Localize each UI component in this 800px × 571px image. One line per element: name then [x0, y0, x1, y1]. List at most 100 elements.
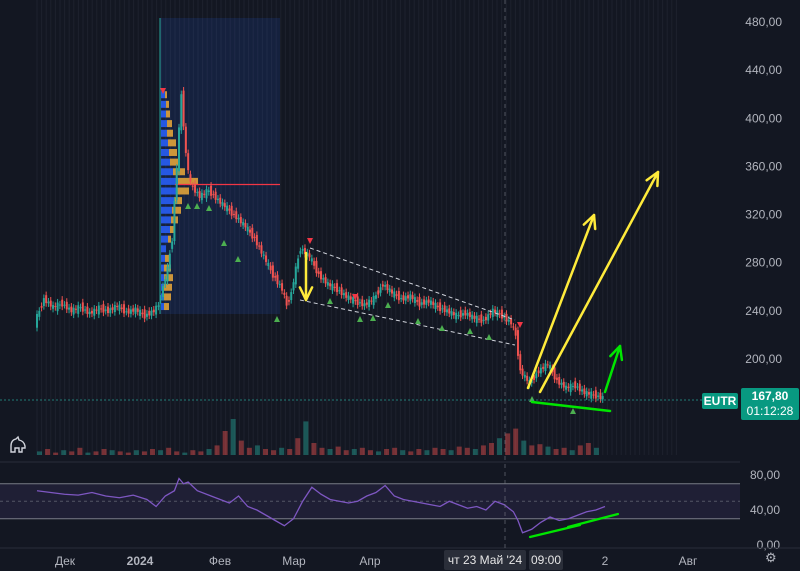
- vp-buy-bar: [161, 226, 170, 234]
- candle-body: [221, 202, 224, 206]
- buy-signal-marker: [415, 318, 421, 324]
- volume-bar: [569, 450, 575, 455]
- candle-body: [555, 377, 558, 380]
- tradingview-logo-icon[interactable]: [8, 434, 30, 454]
- volume-bar: [513, 428, 519, 455]
- vp-buy-bar: [161, 264, 164, 272]
- candle-body: [152, 309, 155, 313]
- candle-body: [68, 307, 71, 310]
- volume-bar: [593, 447, 599, 455]
- candle-body: [198, 191, 201, 198]
- candle-body: [159, 298, 162, 301]
- volume-bar: [303, 421, 309, 455]
- candle-body: [139, 309, 142, 316]
- candle-body: [331, 283, 334, 291]
- buy-signal-marker: [327, 298, 333, 304]
- candle-body: [175, 167, 178, 201]
- candle-body: [425, 300, 428, 305]
- volume-bar: [287, 449, 293, 455]
- candle-body: [116, 306, 119, 308]
- candle-body: [365, 302, 368, 305]
- gear-icon[interactable]: ⚙: [765, 551, 779, 565]
- candle-body: [478, 318, 481, 320]
- candle-body: [413, 297, 416, 304]
- candle-body: [38, 310, 41, 317]
- price-tick-label: 360,00: [745, 159, 782, 173]
- candle-body: [180, 94, 183, 131]
- price-tick-label: 280,00: [745, 256, 782, 270]
- candle-body: [498, 313, 501, 315]
- candle-body: [516, 330, 519, 356]
- candle-body: [320, 271, 322, 280]
- volume-bar: [246, 447, 252, 455]
- volume-bar: [392, 447, 398, 455]
- candle-body: [230, 205, 233, 216]
- volume-bar: [553, 449, 559, 455]
- candle-body: [549, 365, 552, 369]
- buy-signal-marker: [357, 316, 363, 322]
- candle-body: [358, 302, 361, 304]
- candle-body: [512, 326, 515, 328]
- candle-body: [546, 364, 549, 366]
- volume-bar: [295, 438, 301, 455]
- candle-body: [491, 308, 494, 317]
- candle-body: [178, 127, 180, 172]
- time-tick-label: 2: [602, 554, 609, 568]
- candle-body: [526, 375, 529, 381]
- candle-body: [523, 374, 526, 378]
- candle-body: [475, 315, 478, 323]
- candle-body: [191, 185, 194, 187]
- candle-body: [539, 367, 542, 374]
- candle-body: [81, 302, 84, 312]
- candle-body: [445, 309, 448, 313]
- rsi-axis[interactable]: 80,0040,000,00: [750, 468, 780, 552]
- candle-body: [597, 395, 600, 397]
- volume-bar: [376, 451, 381, 455]
- candle-body: [65, 301, 68, 310]
- candle-body: [324, 277, 327, 284]
- candle-body: [278, 284, 281, 286]
- candle-body: [569, 383, 572, 393]
- volume-bar: [432, 447, 438, 455]
- candle-body: [164, 279, 167, 285]
- candle-body: [113, 305, 116, 313]
- vp-buy-bar: [161, 168, 173, 176]
- volume-bar: [319, 447, 325, 455]
- candle-body: [432, 301, 435, 305]
- vp-sell-bar: [168, 235, 171, 243]
- candle-body: [299, 251, 302, 254]
- candle-body: [246, 226, 249, 232]
- candle-body: [601, 396, 604, 400]
- candle-body: [150, 310, 153, 316]
- candle-body: [521, 368, 524, 376]
- candle-body: [450, 311, 453, 316]
- candle-body: [84, 309, 87, 311]
- candle-body: [203, 193, 206, 195]
- candle-body: [123, 304, 126, 314]
- candle-body: [239, 216, 242, 224]
- candle-body: [308, 253, 311, 258]
- candle-body: [205, 189, 208, 199]
- volume-bar: [158, 450, 164, 455]
- volume-bar: [238, 440, 244, 455]
- candle-body: [283, 292, 286, 295]
- vp-sell-bar: [172, 206, 181, 214]
- ticker-label: EUTR: [702, 393, 738, 409]
- vp-sell-bar: [168, 139, 176, 147]
- volume-bar: [343, 450, 349, 455]
- vp-buy-bar: [161, 235, 168, 243]
- candle-body: [166, 266, 169, 282]
- candle-body: [434, 302, 437, 310]
- time-tick-label: Фев: [209, 554, 231, 568]
- candle-body: [297, 258, 300, 269]
- buy-signal-marker: [370, 315, 376, 321]
- volume-bar: [45, 449, 51, 455]
- candle-body: [292, 282, 295, 291]
- candle-body: [340, 287, 343, 295]
- candle-body: [484, 316, 487, 321]
- buy-signal-marker: [467, 328, 473, 334]
- vp-sell-bar: [164, 303, 169, 311]
- chart-canvas[interactable]: 480,00440,00400,00360,00320,00280,00240,…: [0, 0, 800, 571]
- candle-body: [381, 284, 384, 287]
- candle-body: [542, 366, 545, 369]
